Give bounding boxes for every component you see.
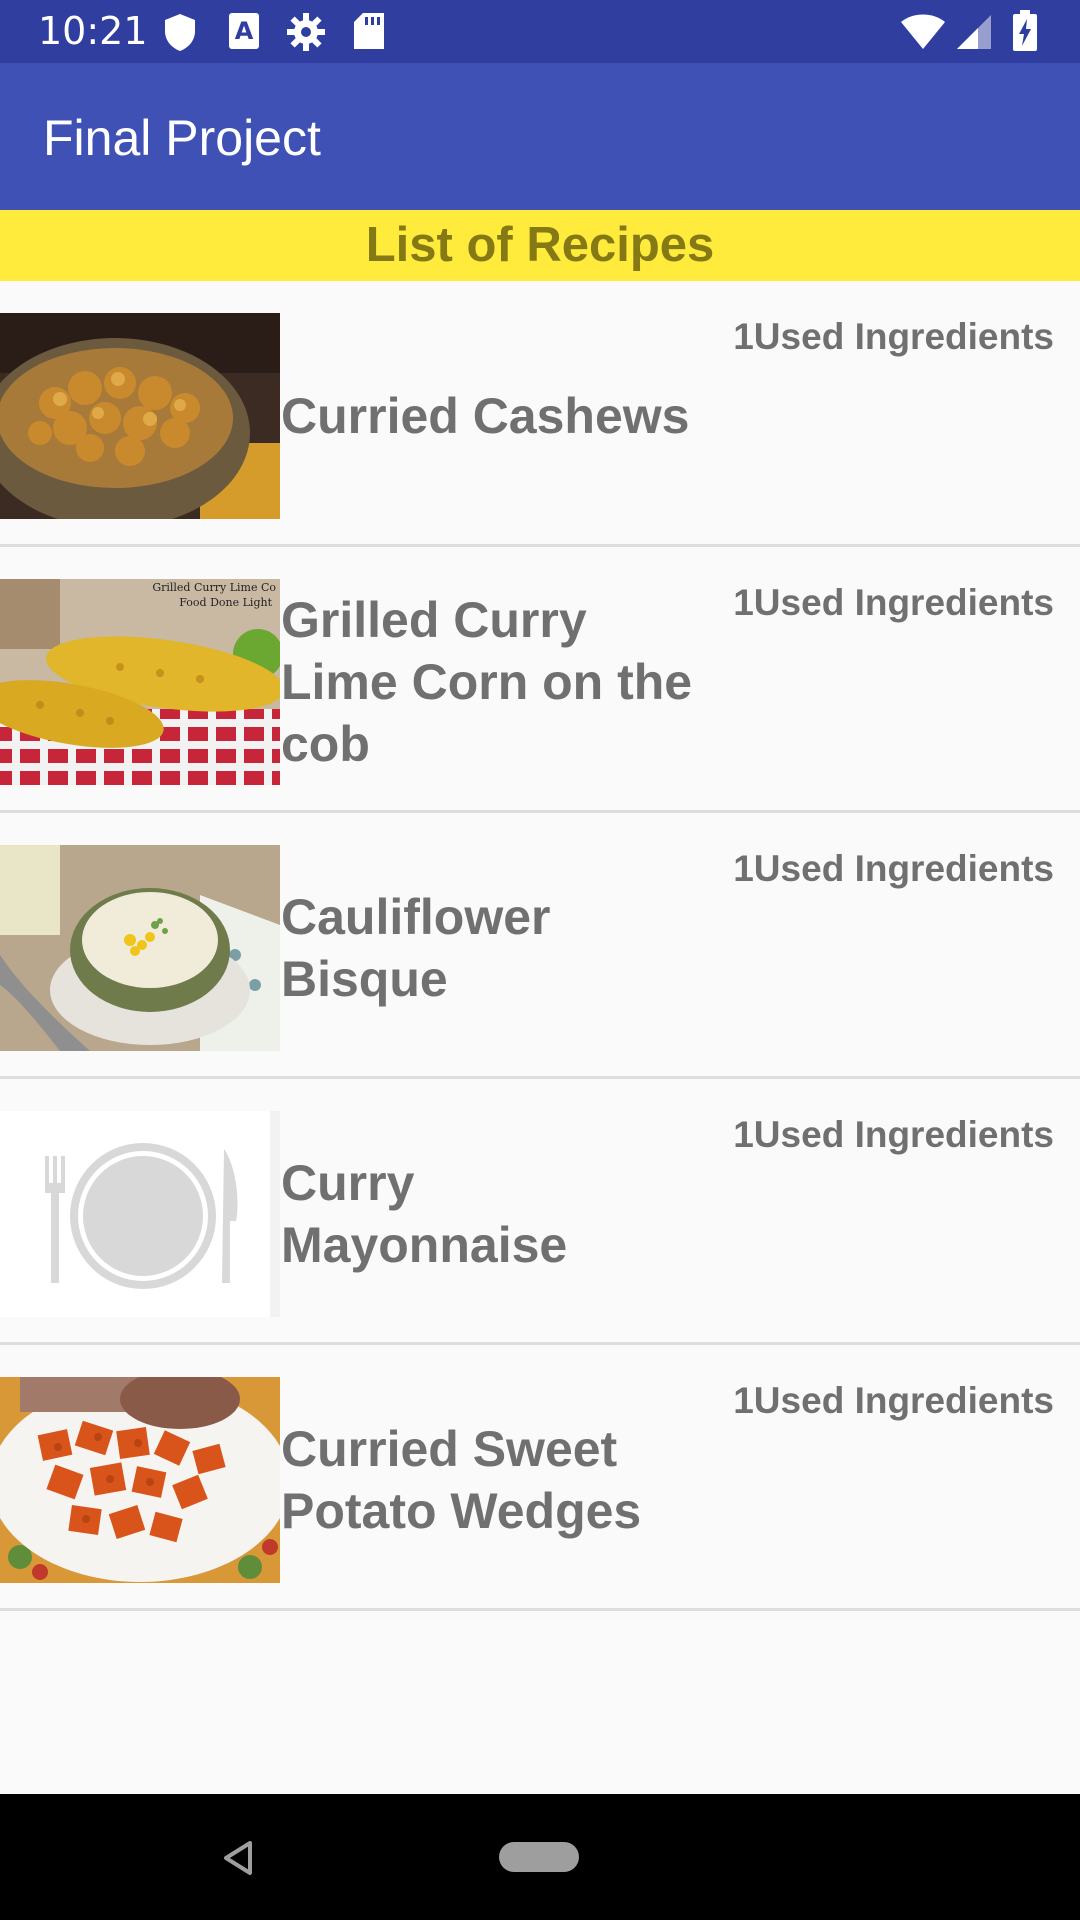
recipe-thumbnail: Grilled Curry Lime Co Food Done Light [0, 579, 280, 785]
used-ingredients-label: 1Used Ingredients [733, 1114, 1054, 1155]
back-icon[interactable] [222, 1840, 254, 1880]
recipe-title: Curried Cashews [281, 388, 690, 444]
app-title: Final Project [43, 110, 321, 166]
recipe-list: Curried Cashews 1Used Ingredients Grille… [0, 281, 1080, 1611]
signal-icon [956, 14, 992, 54]
used-ingredients-label: 1Used Ingredients [733, 848, 1054, 889]
recipe-list-item[interactable]: Curried Sweet Potato Wedges 1Used Ingred… [0, 1345, 1080, 1611]
gear-icon [286, 12, 326, 56]
recipe-thumbnail [0, 845, 280, 1051]
shield-icon [163, 12, 197, 56]
wifi-icon [900, 14, 946, 54]
recipe-list-item[interactable]: Grilled Curry Lime Co Food Done Light Gr… [0, 547, 1080, 813]
status-time: 10:21 [38, 9, 148, 53]
recipe-title: Curried Sweet Potato Wedges [281, 1421, 642, 1539]
placeholder-plate-icon [0, 1111, 280, 1317]
recipe-thumbnail [0, 313, 280, 519]
recipe-thumbnail [0, 1377, 280, 1583]
list-header-title: List of Recipes [365, 218, 715, 272]
recipe-title: Cauliflower Bisque [281, 889, 551, 1007]
recipe-list-item[interactable]: Curried Cashews 1Used Ingredients [0, 281, 1080, 547]
recipe-title: Curry Mayonnaise [281, 1155, 568, 1273]
thumbnail-caption: Grilled Curry Lime Co [152, 581, 276, 594]
thumbnail-caption: Food Done Light [179, 596, 272, 609]
app-bar: Final Project [0, 63, 1080, 210]
svg-text:A: A [235, 17, 254, 45]
list-header: List of Recipes [0, 210, 1080, 281]
navigation-bar [0, 1794, 1080, 1920]
used-ingredients-label: 1Used Ingredients [733, 1380, 1054, 1421]
recipe-list-item[interactable]: Cauliflower Bisque 1Used Ingredients [0, 813, 1080, 1079]
sd-card-icon [353, 12, 385, 54]
row-divider [0, 1608, 1080, 1611]
home-pill-icon[interactable] [499, 1842, 579, 1876]
recipe-list-item[interactable]: Curry Mayonnaise 1Used Ingredients [0, 1079, 1080, 1345]
status-bar: 10:21 A [0, 0, 1080, 63]
recipe-title: Grilled Curry Lime Corn on the cob [281, 592, 693, 772]
used-ingredients-label: 1Used Ingredients [733, 316, 1054, 357]
battery-charging-icon [1012, 10, 1038, 56]
a-keyboard-icon: A [228, 12, 260, 54]
used-ingredients-label: 1Used Ingredients [733, 582, 1054, 623]
